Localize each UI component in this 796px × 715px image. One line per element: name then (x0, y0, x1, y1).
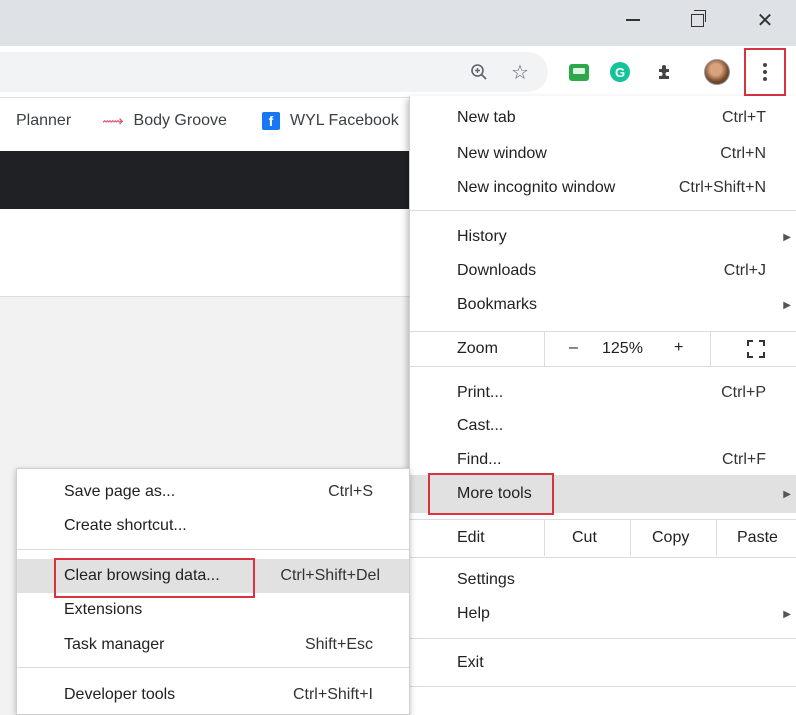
fullscreen-icon[interactable] (747, 340, 765, 358)
menu-item-label: Settings (457, 571, 515, 588)
menu-separator (410, 557, 796, 558)
menu-item-label: Task manager (64, 636, 165, 653)
menu-item-downloads[interactable]: Downloads Ctrl+J (410, 254, 796, 288)
chrome-menu-button[interactable] (744, 48, 786, 96)
menu-separator (410, 210, 796, 211)
bookmark-body-groove[interactable]: ⟿ Body Groove (102, 112, 227, 130)
menu-item-help[interactable]: Help ▶ (410, 597, 796, 631)
menu-zoom-row: Zoom – 125% + (410, 332, 796, 366)
menu-item-label: Print... (457, 384, 504, 401)
restore-icon (690, 9, 706, 27)
menu-item-shortcut: Ctrl+S (328, 483, 373, 500)
zoom-label: Zoom (457, 340, 498, 357)
menu-item-shortcut: Shift+Esc (304, 636, 373, 653)
menu-separator (410, 686, 796, 687)
submenu-item-developer-tools[interactable]: Developer tools Ctrl+Shift+I (17, 678, 409, 712)
extension-icon[interactable] (565, 58, 593, 86)
menu-separator (410, 638, 796, 639)
paste-button[interactable]: Paste (737, 529, 778, 547)
menu-item-label: Downloads (457, 262, 537, 279)
menu-separator (17, 549, 409, 550)
menu-item-new-tab[interactable]: New tab Ctrl+T (410, 101, 796, 135)
profile-avatar[interactable] (703, 58, 731, 86)
submenu-arrow-icon: ▶ (783, 299, 791, 311)
minimize-button[interactable] (610, 0, 656, 40)
bookmark-label: Planner (16, 112, 72, 129)
close-icon: ✕ (756, 9, 774, 32)
submenu-arrow-icon: ▶ (783, 608, 791, 620)
more-tools-highlight (428, 473, 554, 515)
edit-label: Edit (457, 529, 485, 546)
body-groove-icon: ⟿ (102, 113, 124, 130)
menu-item-label: Extensions (64, 601, 143, 618)
menu-separator (17, 667, 409, 668)
menu-item-label: History (457, 228, 507, 245)
bookmark-wyl-facebook[interactable]: f WYL Facebook (262, 112, 399, 130)
zoom-out-button[interactable]: – (569, 339, 578, 357)
cut-button[interactable]: Cut (572, 529, 597, 547)
menu-item-print[interactable]: Print... Ctrl+P (410, 376, 796, 410)
menu-item-new-incognito[interactable]: New incognito window Ctrl+Shift+N (410, 171, 796, 205)
menu-item-settings[interactable]: Settings (410, 563, 796, 597)
menu-item-label: New window (457, 145, 547, 162)
menu-item-exit[interactable]: Exit (410, 646, 796, 680)
facebook-icon: f (262, 112, 280, 130)
menu-item-label: Help (457, 605, 490, 622)
menu-item-find[interactable]: Find... Ctrl+F (410, 443, 796, 477)
menu-item-cast[interactable]: Cast... (410, 409, 796, 443)
menu-item-label: Save page as... (64, 483, 176, 500)
toolbar: ☆ G (0, 46, 796, 98)
submenu-item-extensions[interactable]: Extensions (17, 593, 409, 627)
menu-item-label: Cast... (457, 417, 504, 434)
restore-button[interactable] (674, 0, 720, 40)
menu-item-shortcut: Ctrl+Shift+N (678, 179, 766, 196)
submenu-arrow-icon: ▶ (783, 488, 791, 500)
chrome-main-menu: New tab Ctrl+T New window Ctrl+N New inc… (409, 96, 796, 715)
bookmark-planner[interactable]: Planner (16, 112, 71, 130)
menu-item-shortcut: Ctrl+J (723, 262, 766, 279)
menu-item-label: New incognito window (457, 179, 616, 196)
menu-item-new-window[interactable]: New window Ctrl+N (410, 137, 796, 171)
bookmark-label: WYL Facebook (290, 112, 399, 129)
title-bar: ✕ (0, 0, 796, 46)
menu-edit-row: Edit Cut Copy Paste (410, 520, 796, 556)
bookmark-label: Body Groove (133, 112, 227, 129)
menu-item-shortcut: Ctrl+P (721, 384, 766, 401)
clear-browsing-data-highlight (54, 558, 255, 598)
minimize-icon (626, 19, 640, 21)
more-tools-submenu: Save page as... Ctrl+S Create shortcut..… (16, 468, 410, 715)
menu-item-label: Bookmarks (457, 296, 538, 313)
zoom-indicator-icon[interactable] (465, 58, 493, 86)
menu-item-label: Find... (457, 451, 502, 468)
grammarly-icon[interactable]: G (606, 58, 634, 86)
menu-item-shortcut: Ctrl+N (720, 145, 766, 162)
menu-item-shortcut: Ctrl+Shift+I (292, 686, 373, 703)
zoom-level: 125% (602, 340, 643, 357)
bookmark-star-icon[interactable]: ☆ (506, 58, 534, 86)
menu-item-label: Developer tools (64, 686, 176, 703)
zoom-in-button[interactable]: + (674, 339, 683, 357)
menu-item-shortcut: Ctrl+T (722, 109, 766, 126)
copy-button[interactable]: Copy (652, 529, 689, 547)
page-header-band (0, 151, 410, 209)
submenu-arrow-icon: ▶ (783, 231, 791, 243)
menu-separator (410, 366, 796, 367)
submenu-item-save-page[interactable]: Save page as... Ctrl+S (17, 475, 409, 509)
menu-item-shortcut: Ctrl+F (722, 451, 766, 468)
close-button[interactable]: ✕ (742, 0, 788, 40)
submenu-item-task-manager[interactable]: Task manager Shift+Esc (17, 628, 409, 662)
menu-item-label: New tab (457, 109, 516, 126)
extensions-puzzle-icon[interactable] (651, 58, 679, 86)
kebab-menu-icon (763, 63, 767, 81)
menu-item-label: Create shortcut... (64, 517, 187, 534)
menu-item-bookmarks[interactable]: Bookmarks ▶ (410, 288, 796, 322)
submenu-item-create-shortcut[interactable]: Create shortcut... (17, 509, 409, 543)
menu-item-shortcut: Ctrl+Shift+Del (280, 567, 380, 584)
menu-item-label: Exit (457, 654, 484, 671)
menu-item-history[interactable]: History ▶ (410, 220, 796, 254)
